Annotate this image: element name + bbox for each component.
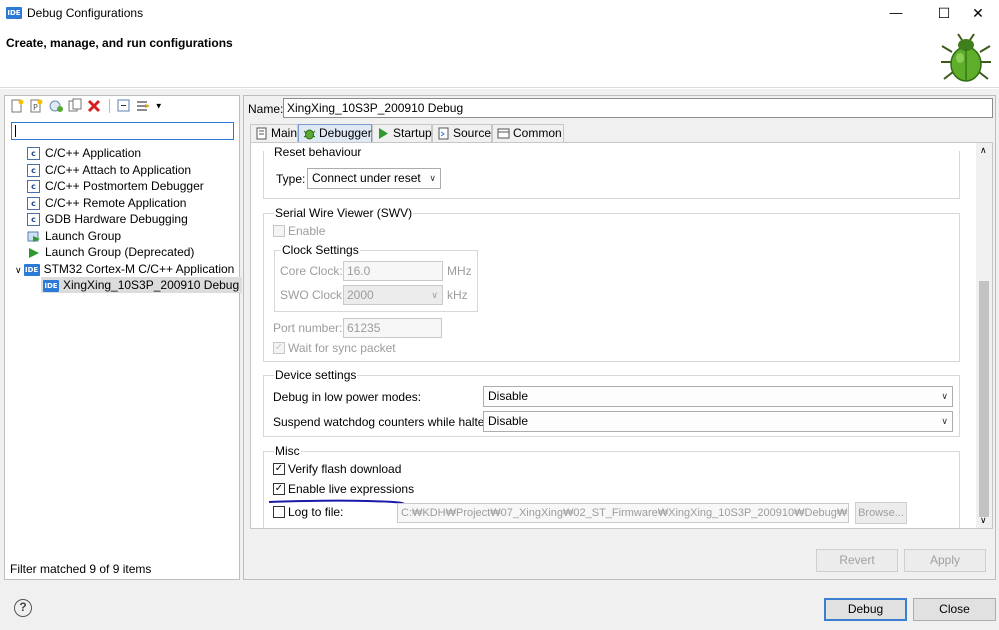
chevron-down-icon[interactable]: ∨ xyxy=(15,265,22,275)
misc-title: Misc xyxy=(274,444,301,458)
c-config-icon: c xyxy=(27,213,40,227)
reset-type-label: Type: xyxy=(276,172,306,186)
launch-arrow-icon xyxy=(29,247,39,258)
c-config-icon: c xyxy=(27,164,40,178)
delete-config-icon[interactable] xyxy=(86,98,102,114)
log-to-file-checkbox[interactable]: Log to file: xyxy=(273,505,343,519)
c-config-icon: c xyxy=(27,197,40,211)
device-settings-title: Device settings xyxy=(274,368,358,382)
filter-input[interactable] xyxy=(11,122,234,140)
filter-icon[interactable] xyxy=(135,98,151,114)
tab-debugger[interactable]: Debugger xyxy=(298,124,372,142)
new-prototype-icon[interactable]: P xyxy=(28,98,44,114)
debugger-settings-panel: Reset behaviour Type: Connect under rese… xyxy=(250,142,993,529)
debug-button[interactable]: Debug xyxy=(824,598,907,621)
watchdog-label: Suspend watchdog counters while halted: xyxy=(273,415,495,429)
live-expressions-checkbox[interactable]: ✓ Enable live expressions xyxy=(273,482,414,496)
svg-text:P: P xyxy=(33,103,38,112)
panel-scrollbar[interactable]: ∧ ∨ xyxy=(976,143,992,528)
tree-item-c-remote[interactable]: c C/C++ Remote Application xyxy=(27,195,186,211)
bug-icon xyxy=(941,33,991,82)
chevron-down-icon: ∨ xyxy=(941,391,948,401)
tree-item-stm32-group[interactable]: ∨ IDE STM32 Cortex-M C/C++ Application xyxy=(15,261,234,277)
help-icon[interactable]: ? xyxy=(14,599,32,617)
tab-source[interactable]: Source xyxy=(432,124,492,142)
core-clock-unit: MHz xyxy=(447,264,472,278)
reset-type-select[interactable]: Connect under reset ∨ xyxy=(307,168,441,189)
tab-main[interactable]: Main xyxy=(250,124,298,142)
title-bar: IDE Debug Configurations — ☐ ✕ xyxy=(0,0,999,26)
debugger-tab-icon xyxy=(303,129,316,140)
tree-item-c-application[interactable]: c C/C++ Application xyxy=(27,145,141,161)
ide-icon: IDE xyxy=(43,279,59,292)
wait-sync-checkbox[interactable]: ✓ Wait for sync packet xyxy=(273,341,396,355)
startup-tab-icon xyxy=(379,128,388,139)
app-icon: IDE xyxy=(6,7,22,19)
name-input[interactable]: XingXing_10S3P_200910 Debug xyxy=(283,98,993,118)
banner-heading: Create, manage, and run configurations xyxy=(6,36,233,50)
common-tab-icon xyxy=(497,128,510,139)
minimize-button[interactable]: — xyxy=(876,2,916,24)
ide-icon: IDE xyxy=(23,263,40,276)
tree-item-gdb-hardware[interactable]: c GDB Hardware Debugging xyxy=(27,211,188,227)
close-window-button[interactable]: ✕ xyxy=(958,2,998,24)
scroll-up-icon[interactable]: ∧ xyxy=(980,145,987,156)
duplicate-config-icon[interactable] xyxy=(67,98,83,114)
tree-item-selected-config[interactable]: IDE XingXing_10S3P_200910 Debug xyxy=(41,277,243,293)
port-number-label: Port number: xyxy=(273,321,343,335)
tree-item-c-attach[interactable]: c C/C++ Attach to Application xyxy=(27,162,191,178)
dialog-banner: Create, manage, and run configurations xyxy=(0,26,999,88)
apply-button[interactable]: Apply xyxy=(904,549,986,572)
scroll-down-icon[interactable]: ∨ xyxy=(980,515,987,526)
clock-settings-title: Clock Settings xyxy=(281,243,360,257)
port-number-input[interactable]: 61235 xyxy=(343,318,442,338)
swo-clock-label: SWO Clock: xyxy=(280,288,346,302)
tree-item-c-postmortem[interactable]: c C/C++ Postmortem Debugger xyxy=(27,178,204,194)
tab-startup[interactable]: Startup xyxy=(372,124,432,142)
reset-group-title: Reset behaviour xyxy=(274,145,362,159)
c-config-icon: c xyxy=(27,180,40,194)
swv-group-title: Serial Wire Viewer (SWV) xyxy=(274,206,414,220)
main-tab-icon xyxy=(256,127,267,140)
swv-enable-checkbox[interactable]: Enable xyxy=(273,224,325,238)
tree-item-launch-group[interactable]: Launch Group xyxy=(27,228,121,244)
low-power-label: Debug in low power modes: xyxy=(273,390,422,404)
chevron-down-icon: ∨ xyxy=(431,290,438,300)
core-clock-input[interactable]: 16.0 xyxy=(343,261,443,281)
close-button[interactable]: Close xyxy=(913,598,996,621)
c-config-icon: c xyxy=(27,147,40,161)
swo-clock-select[interactable]: 2000 ∨ xyxy=(343,285,443,305)
watchdog-select[interactable]: Disable ∨ xyxy=(483,411,953,432)
revert-button[interactable]: Revert xyxy=(816,549,898,572)
view-menu-icon[interactable]: ▼ xyxy=(155,102,163,111)
config-toolbar: P ▼ xyxy=(9,98,163,116)
window-title: Debug Configurations xyxy=(27,6,144,20)
filter-status: Filter matched 9 of 9 items xyxy=(10,562,152,576)
config-list-pane: P ▼ c C/C++ Application c C/C++ Attach to … xyxy=(4,95,243,580)
browse-button[interactable]: Browse... xyxy=(855,502,907,524)
source-tab-icon xyxy=(438,127,449,140)
new-config-icon[interactable] xyxy=(9,98,25,114)
name-label: Name: xyxy=(248,102,284,116)
chevron-down-icon: ∨ xyxy=(941,416,948,426)
low-power-select[interactable]: Disable ∨ xyxy=(483,386,953,407)
verify-flash-checkbox[interactable]: ✓ Verify flash download xyxy=(273,462,401,476)
launch-group-icon xyxy=(27,231,40,242)
tab-common[interactable]: Common xyxy=(492,124,564,142)
chevron-down-icon: ∨ xyxy=(429,173,436,183)
swo-clock-unit: kHz xyxy=(447,288,468,302)
core-clock-label: Core Clock: xyxy=(280,264,343,278)
scrollbar-thumb[interactable] xyxy=(979,281,989,517)
log-file-path-input[interactable]: C:₩KDH₩Project₩07_XingXing₩02_ST_Firmwar… xyxy=(397,503,849,523)
tree-item-launch-group-deprecated[interactable]: Launch Group (Deprecated) xyxy=(27,244,194,260)
collapse-all-icon[interactable] xyxy=(116,98,132,114)
export-config-icon[interactable] xyxy=(48,98,64,114)
